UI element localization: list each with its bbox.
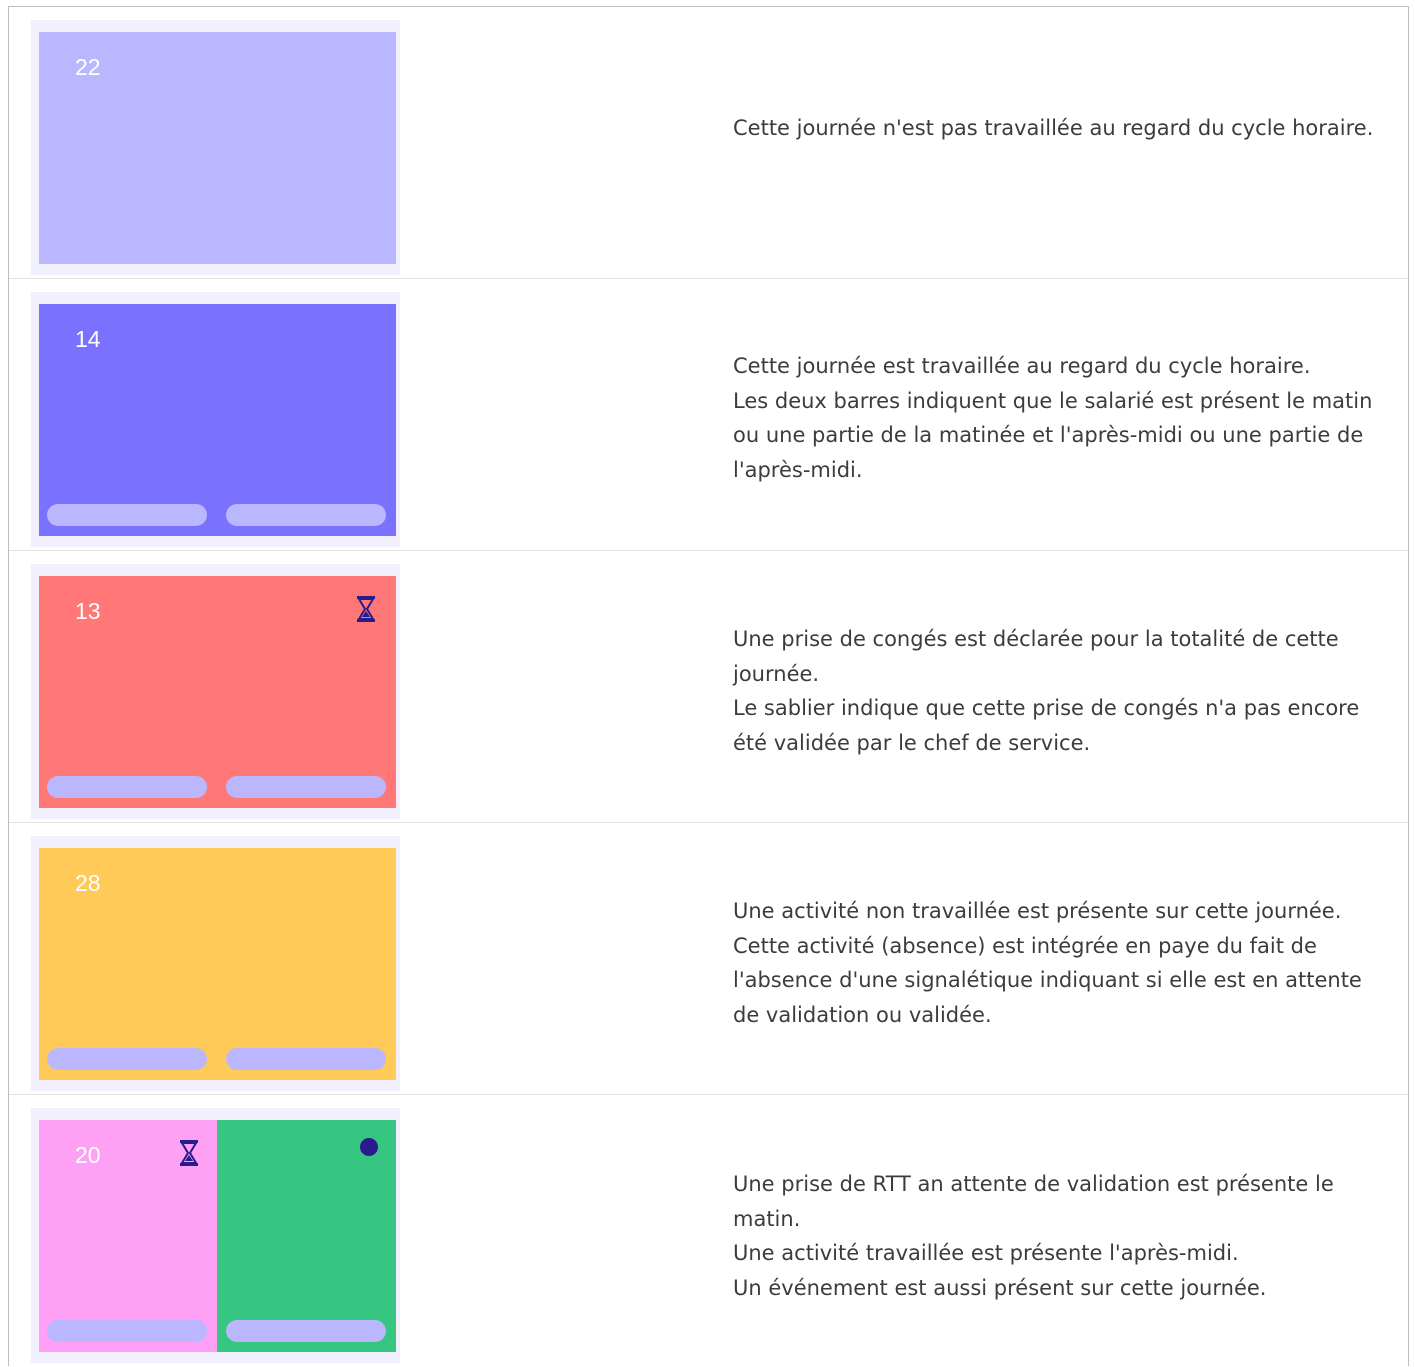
day-tile-body: 20 xyxy=(39,1120,396,1352)
legend-row-rtt-and-activity: 20 Une prise de RTT an attente de valida… xyxy=(9,1095,1408,1367)
day-tile-body: 28 xyxy=(39,848,396,1080)
description-line: Une prise de RTT an attente de validatio… xyxy=(733,1172,1334,1231)
description-line: Les deux barres indiquent que le salarié… xyxy=(733,388,1373,482)
description-line: Une activité travaillée est présente l'a… xyxy=(733,1241,1239,1265)
day-tile: 14 xyxy=(31,292,400,547)
day-tile: 20 xyxy=(31,1108,400,1363)
description-line: Un événement est aussi présent sur cette… xyxy=(733,1275,1267,1300)
morning-bar xyxy=(47,504,207,526)
day-number: 22 xyxy=(75,54,101,80)
description-line: Cette journée n'est pas travaillée au re… xyxy=(733,116,1374,140)
legend-description: Une prise de RTT an attente de validatio… xyxy=(733,1167,1393,1305)
description-line: Cette activité (absence) est intégrée en… xyxy=(733,933,1362,1027)
day-tile-body: 14 xyxy=(39,304,396,536)
description-line: Cette journée est travaillée au regard d… xyxy=(733,354,1311,378)
afternoon-bar xyxy=(226,1048,386,1070)
legend-description: Une activité non travaillée est présente… xyxy=(733,894,1393,1032)
day-tile: 28 xyxy=(31,836,400,1091)
morning-bar xyxy=(47,1320,207,1342)
legend-panel: 22 Cette journée n'est pas travaillée au… xyxy=(8,6,1409,1366)
day-number: 28 xyxy=(75,870,101,896)
legend-description: Cette journée est travaillée au regard d… xyxy=(733,349,1393,487)
day-number: 20 xyxy=(75,1142,101,1168)
legend-row-leave: 13 Une prise de congés est déclarée pour… xyxy=(9,551,1408,823)
day-number: 13 xyxy=(75,598,101,624)
afternoon-bar xyxy=(226,1320,386,1342)
morning-bar xyxy=(47,1048,207,1070)
legend-row-not-worked: 22 Cette journée n'est pas travaillée au… xyxy=(9,7,1408,279)
legend-row-absence: 28 Une activité non travaillée est prése… xyxy=(9,823,1408,1095)
description-line: Une prise de congés est déclarée pour la… xyxy=(733,627,1339,686)
afternoon-bar xyxy=(226,504,386,526)
description-line: Le sablier indique que cette prise de co… xyxy=(733,696,1360,755)
afternoon-bar xyxy=(226,776,386,798)
description-line: Une activité non travaillée est présente… xyxy=(733,899,1342,923)
day-tile-body: 13 xyxy=(39,576,396,808)
day-tile: 13 xyxy=(31,564,400,819)
day-number: 14 xyxy=(75,326,101,352)
day-tile-body: 22 xyxy=(39,32,396,264)
legend-description: Une prise de congés est déclarée pour la… xyxy=(733,622,1393,760)
event-dot-icon xyxy=(360,1138,378,1156)
morning-bar xyxy=(47,776,207,798)
hourglass-icon xyxy=(180,1140,198,1166)
legend-description: Cette journée n'est pas travaillée au re… xyxy=(733,111,1393,146)
day-tile: 22 xyxy=(31,20,400,275)
legend-row-worked: 14 Cette journée est travaillée au regar… xyxy=(9,279,1408,551)
hourglass-icon xyxy=(357,596,375,622)
